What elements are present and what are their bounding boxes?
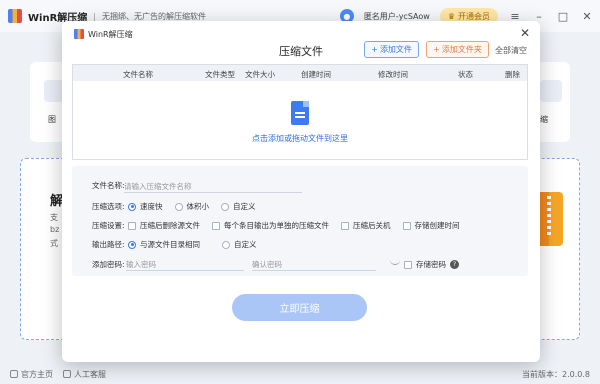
compress-now-button[interactable]: 立即压缩 xyxy=(232,294,367,321)
output-same-dir[interactable]: 与源文件目录相同 xyxy=(128,239,200,250)
close-icon[interactable]: ✕ xyxy=(520,26,530,40)
add-folder-button[interactable]: + 添加文件夹 xyxy=(426,41,489,58)
app-footer: 官方主页 人工客服 当前版本：2.0.0.8 xyxy=(0,364,600,384)
file-name-input[interactable]: 请输入压缩文件名称 xyxy=(124,181,302,193)
radio-icon xyxy=(174,202,183,211)
file-drop-area[interactable]: 点击添加或拖动文件到这里 xyxy=(73,81,527,159)
password-input[interactable]: 输入密码 xyxy=(126,259,244,271)
feature-tile-icon[interactable] xyxy=(540,80,562,102)
option-small[interactable]: 体积小 xyxy=(174,201,209,212)
file-name-row: 文件名称: xyxy=(92,180,128,191)
compress-options-row: 压缩选项: 速度快 体积小 自定义 xyxy=(92,201,268,212)
compress-options-label: 压缩选项: xyxy=(92,202,125,211)
headset-icon xyxy=(63,370,71,378)
output-path-label: 输出路径: xyxy=(92,240,125,249)
checkbox-icon xyxy=(341,221,349,230)
plus-icon: + xyxy=(433,45,440,54)
home-icon xyxy=(10,370,18,378)
document-icon xyxy=(291,101,309,125)
radio-icon xyxy=(222,240,230,249)
drop-zone-line: bz xyxy=(50,225,60,234)
setting-store-time[interactable]: 存储创建时间 xyxy=(402,220,460,231)
drop-hint[interactable]: 点击添加或拖动文件到这里 xyxy=(73,133,527,144)
column-header: 文件名称 xyxy=(123,70,153,79)
store-password-label: 存储密码 xyxy=(416,260,446,269)
confirm-password-input[interactable]: 确认密码 xyxy=(252,259,376,271)
drop-zone-line: 支 xyxy=(50,213,58,222)
file-table: 文件名称 文件类型 文件大小 创建时间 修改时间 状态 删除 点击添加或拖动文件… xyxy=(72,64,528,160)
close-window-icon[interactable]: ✕ xyxy=(580,10,594,23)
setting-separate-archives[interactable]: 每个条目输出为单独的压缩文件 xyxy=(212,220,329,231)
checkbox-icon xyxy=(212,221,220,230)
feature-tile-label: 图 xyxy=(48,115,56,124)
column-header: 状态 xyxy=(458,70,473,79)
compress-settings-row: 压缩设置: 压缩后删除源文件 每个条目输出为单独的压缩文件 压缩后关机 存储创建… xyxy=(92,220,472,231)
radio-checked-icon xyxy=(128,240,136,249)
checkbox-icon xyxy=(402,221,411,230)
column-header: 删除 xyxy=(505,70,520,79)
option-fast[interactable]: 速度快 xyxy=(128,201,163,212)
options-panel: 文件名称: 请输入压缩文件名称 压缩选项: 速度快 体积小 自定义 压缩设置: … xyxy=(72,166,528,276)
user-name[interactable]: 匿名用户-ycSAow xyxy=(364,11,430,22)
column-header: 文件大小 xyxy=(245,70,275,79)
checkbox-icon xyxy=(404,260,412,269)
app-slogan: 无捆绑、无广告的解压缩软件 xyxy=(101,11,206,21)
add-file-button[interactable]: + 添加文件 xyxy=(364,41,419,58)
setting-shutdown[interactable]: 压缩后关机 xyxy=(341,220,391,231)
output-path-row: 输出路径: 与源文件目录相同 自定义 xyxy=(92,239,269,250)
radio-checked-icon xyxy=(128,202,136,211)
app-logo-icon xyxy=(8,9,22,23)
dialog-title: WinR解压缩 xyxy=(88,29,133,39)
clear-all-button[interactable]: 全部清空 xyxy=(495,45,527,56)
column-header: 文件类型 xyxy=(205,70,235,79)
table-header: 文件名称 文件类型 文件大小 创建时间 修改时间 状态 删除 xyxy=(73,65,527,81)
radio-icon xyxy=(221,202,229,211)
help-icon[interactable]: ? xyxy=(450,260,459,269)
home-link[interactable]: 官方主页 xyxy=(10,369,53,380)
app-logo-icon xyxy=(74,29,84,39)
store-password-option[interactable]: 存储密码 ? xyxy=(404,259,459,270)
eye-closed-icon[interactable] xyxy=(390,260,400,265)
plus-icon: + xyxy=(371,45,378,54)
checkbox-icon xyxy=(128,221,136,230)
version-text: 当前版本：2.0.0.8 xyxy=(522,369,590,379)
column-header: 修改时间 xyxy=(378,70,408,79)
title-separator: | xyxy=(93,11,96,21)
feature-tile-label: 缩 xyxy=(540,115,548,124)
vip-label: 开通会员 xyxy=(458,11,490,21)
output-custom[interactable]: 自定义 xyxy=(222,239,257,250)
compress-dialog: WinR解压缩 ✕ 压缩文件 + 添加文件 + 添加文件夹 全部清空 文件名称 文件… xyxy=(62,21,540,362)
option-custom[interactable]: 自定义 xyxy=(221,201,256,212)
file-name-label: 文件名称: xyxy=(92,181,125,190)
crown-icon: ♛ xyxy=(447,11,455,21)
column-header: 创建时间 xyxy=(301,70,331,79)
compress-settings-label: 压缩设置: xyxy=(92,221,125,230)
support-link[interactable]: 人工客服 xyxy=(63,369,106,380)
password-row: 添加密码: xyxy=(92,259,128,270)
drop-zone-line: 式 xyxy=(50,239,58,248)
password-label: 添加密码: xyxy=(92,260,125,269)
setting-delete-source[interactable]: 压缩后删除源文件 xyxy=(128,220,200,231)
maximize-icon[interactable]: □ xyxy=(556,10,570,23)
